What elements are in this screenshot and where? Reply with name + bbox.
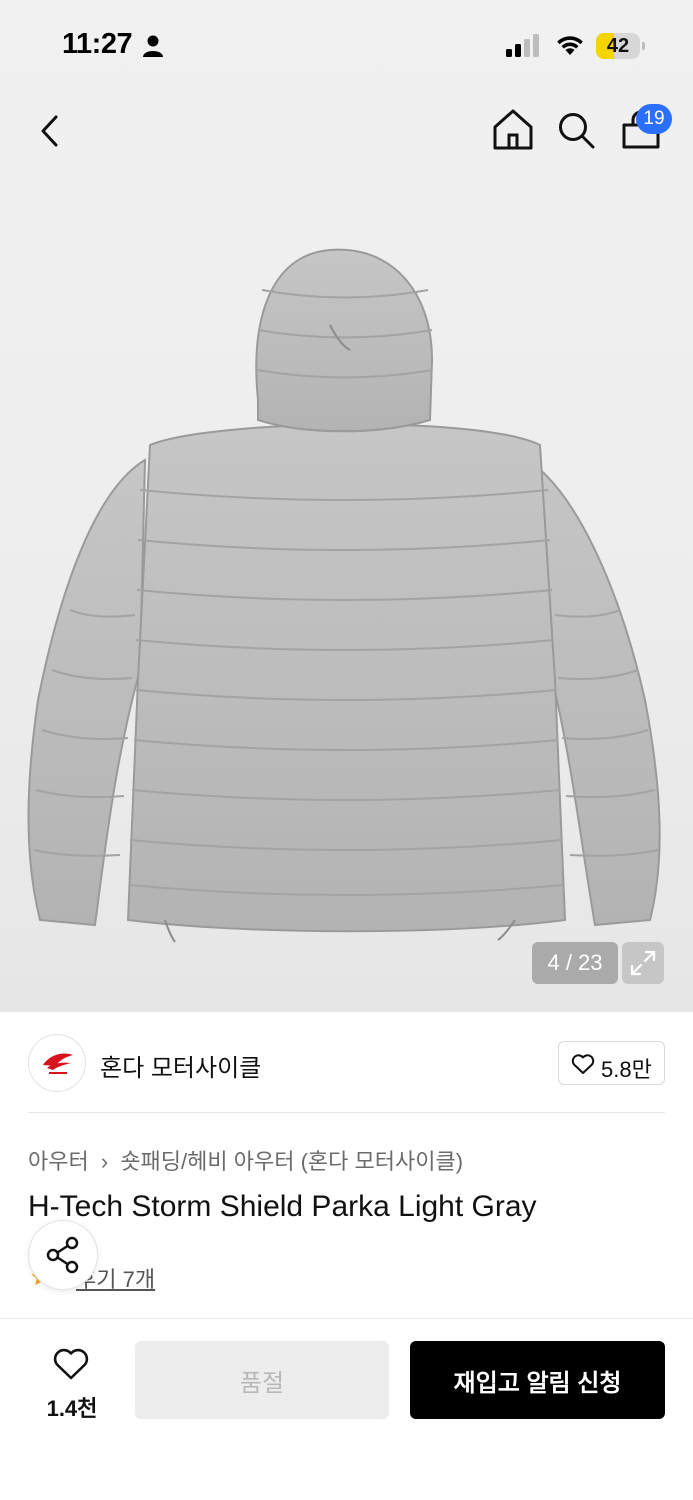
honda-wing-logo	[43, 1053, 73, 1074]
cart-count-badge: 19	[636, 104, 672, 134]
search-icon	[559, 113, 595, 149]
brand-row[interactable]: 혼다 모터사이클 5.8만	[28, 1034, 665, 1092]
back-button[interactable]	[28, 108, 74, 154]
wishlist-count: 1.4천	[46, 1396, 98, 1421]
battery-indicator: 42	[596, 33, 646, 59]
expand-icon	[630, 950, 656, 976]
search-button[interactable]	[554, 106, 600, 154]
breadcrumb-item-outer[interactable]: 아우터	[28, 1149, 89, 1174]
wishlist-button[interactable]: 1.4천	[30, 1341, 114, 1421]
breadcrumb: 아우터 › 숏패딩/헤비 아우터 (혼다 모터사이클)	[28, 1144, 463, 1176]
bottom-action-bar: 1.4천 품절 재입고 알림 신청	[0, 1318, 693, 1500]
status-time: 11:27	[62, 28, 133, 60]
restock-alert-button[interactable]: 재입고 알림 신청	[410, 1341, 665, 1419]
share-icon	[46, 1236, 79, 1274]
battery-body: 42	[596, 33, 640, 59]
heart-icon	[571, 1054, 595, 1074]
person-icon	[143, 35, 163, 57]
chevron-right-icon: ›	[100, 1149, 109, 1174]
product-photo-jacket	[27, 248, 661, 943]
breadcrumb-item-category[interactable]: 숏패딩/헤비 아우터 (혼다 모터사이클)	[120, 1149, 463, 1174]
share-button[interactable]	[28, 1220, 98, 1290]
status-bar: 11:27 42	[0, 0, 693, 90]
brand-like-button[interactable]: 5.8만	[558, 1041, 665, 1085]
heart-icon	[53, 1348, 89, 1380]
brand-logo[interactable]	[28, 1034, 86, 1092]
image-counter: 4 / 23	[532, 942, 618, 984]
brand-like-count: 5.8만	[601, 1057, 652, 1082]
product-image-gallery[interactable]: 11:27 42 19 4 / 23	[0, 0, 693, 1012]
home-icon	[493, 109, 533, 150]
cellular-signal-icon	[506, 34, 539, 57]
battery-tip	[642, 42, 645, 50]
wifi-icon	[557, 36, 583, 55]
product-title: H-Tech Storm Shield Parka Light Gray	[28, 1190, 537, 1223]
battery-level: 42	[606, 35, 630, 57]
home-button[interactable]	[490, 106, 536, 154]
brand-name[interactable]: 혼다 모터사이클	[100, 1048, 261, 1083]
divider	[28, 1112, 665, 1113]
sold-out-button: 품절	[135, 1341, 389, 1419]
chevron-left-icon	[41, 115, 58, 147]
expand-image-button[interactable]	[622, 942, 664, 984]
